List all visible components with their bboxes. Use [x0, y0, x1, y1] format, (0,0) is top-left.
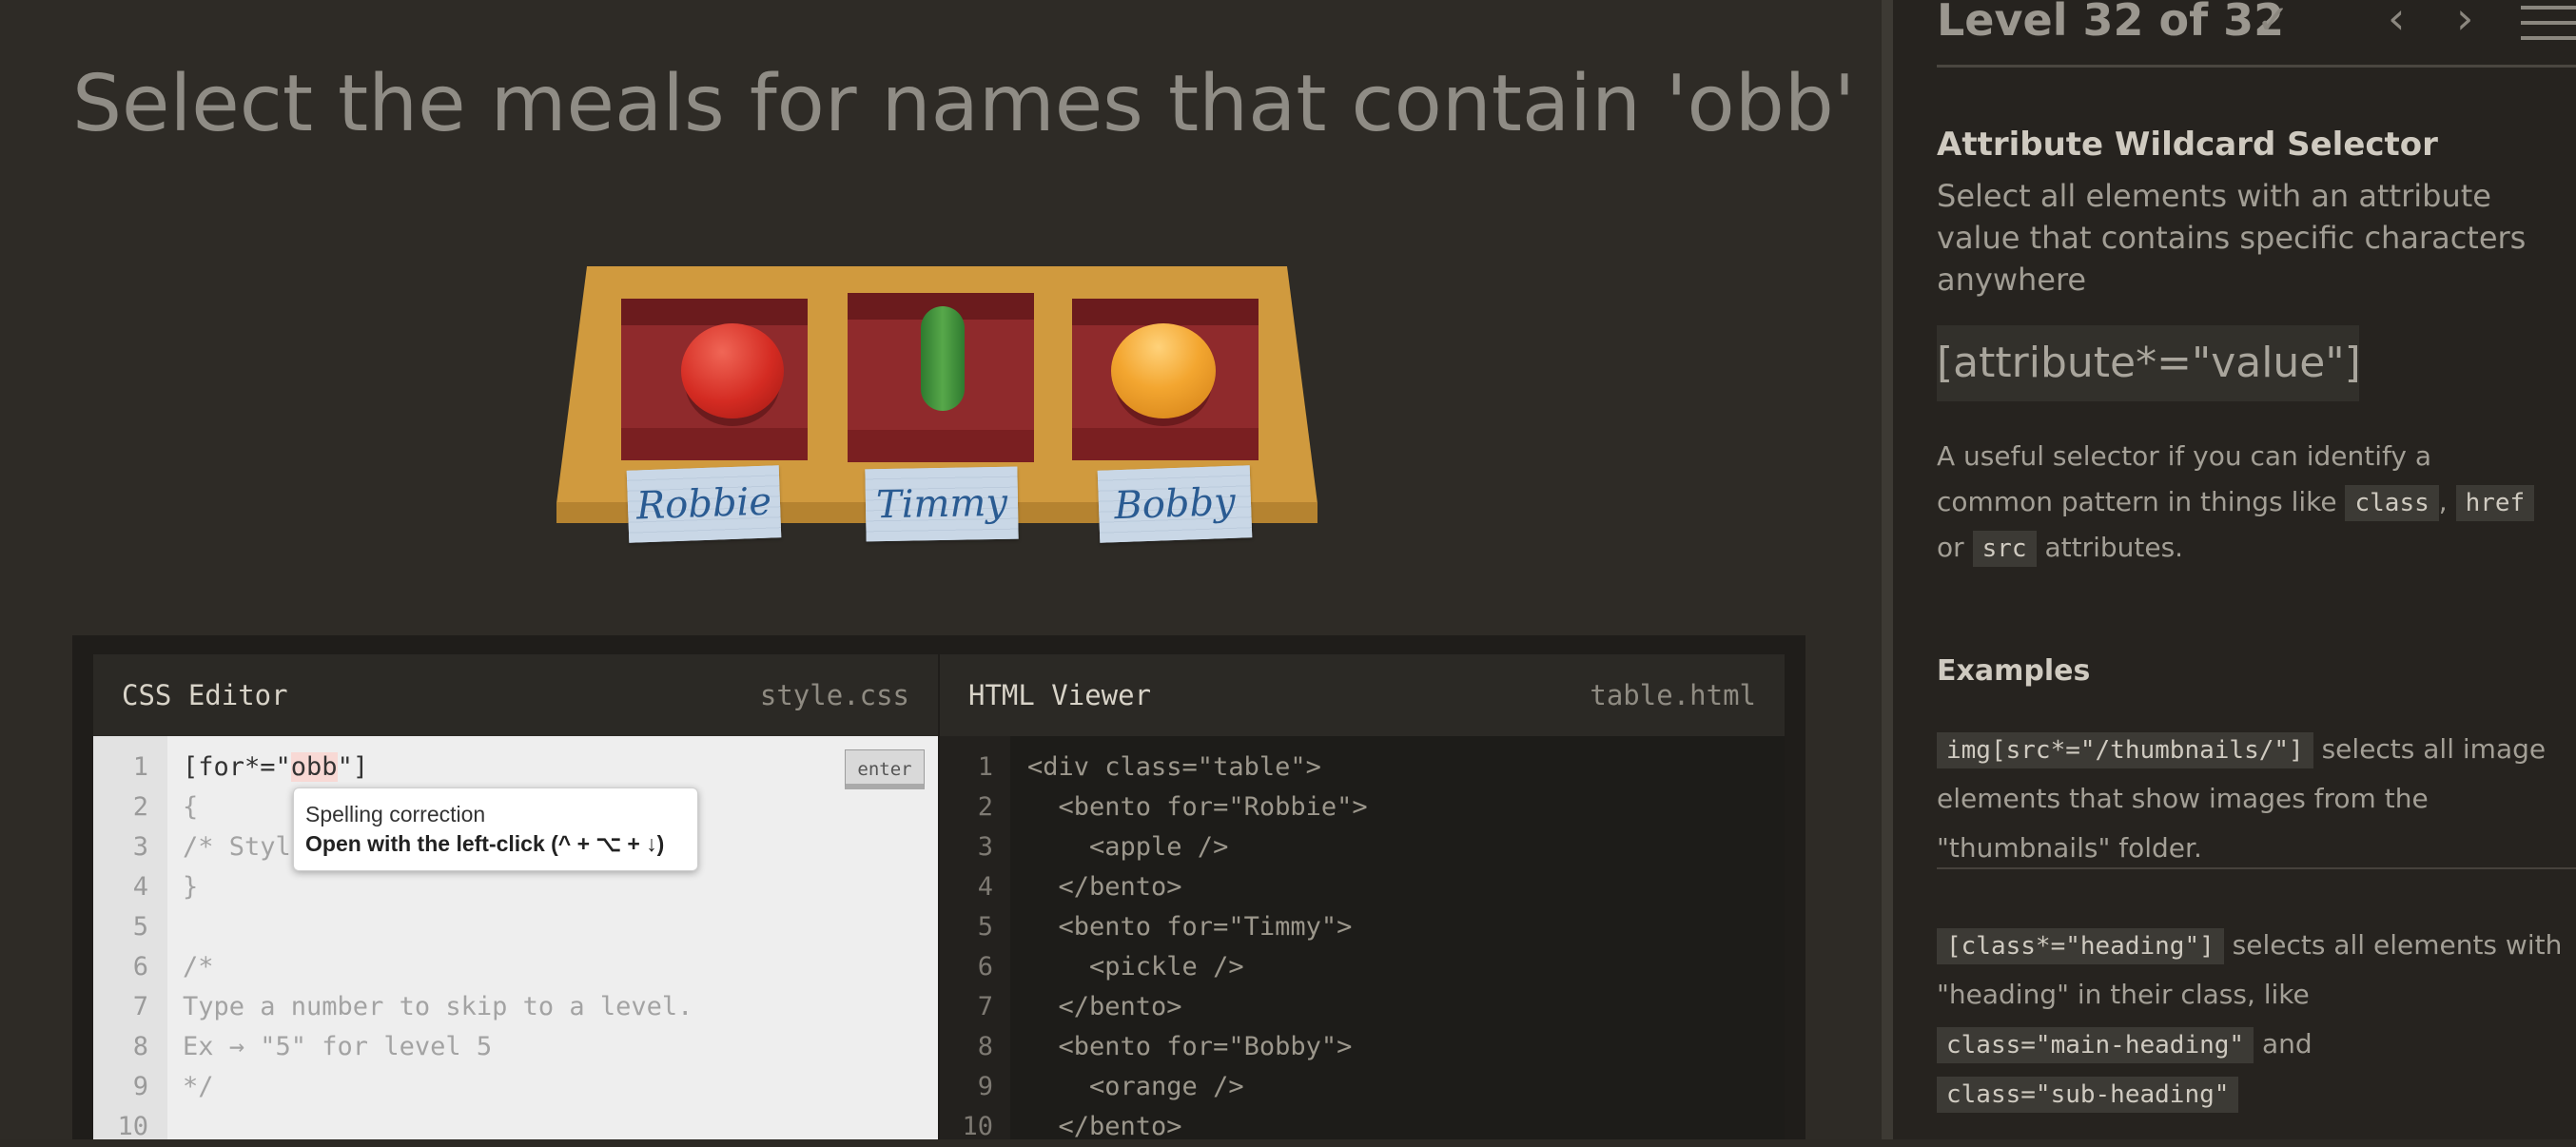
- html-viewer: 1 2 3 4 5 6 7 8 9 10 <div class="table">…: [940, 736, 1785, 1141]
- menu-icon[interactable]: [2521, 6, 2576, 51]
- html-file-name: table.html: [1590, 679, 1756, 711]
- examples-heading: Examples: [1937, 654, 2091, 688]
- css-file-name: style.css: [759, 679, 909, 711]
- game-area: Select the meals for names that contain …: [0, 0, 1882, 1141]
- typed-suffix: "]: [337, 752, 369, 782]
- example-2-code-sub: class="sub-heading": [1937, 1077, 2239, 1113]
- level-header: Level 32 of 32 ✓ ‹ ›: [1937, 0, 2576, 68]
- code-chip-class: class: [2345, 485, 2439, 521]
- typed-prefix: [for*=": [183, 752, 291, 782]
- example-2: [class*="heading"] selects all elements …: [1937, 921, 2576, 1118]
- code-chip-href: href: [2455, 485, 2535, 521]
- tooltip-subtitle: Open with the left-click (^ + ⌥ + ↓): [305, 831, 665, 856]
- name-tag-robbie: Robbie: [626, 465, 782, 543]
- chevron-left-icon[interactable]: ‹: [2388, 0, 2405, 44]
- css-editor-header: CSS Editor style.css: [93, 654, 938, 736]
- pane-divider[interactable]: [1882, 0, 1893, 1139]
- help-or: or: [1937, 532, 1964, 563]
- level-instruction: Select the meals for names that contain …: [72, 59, 1856, 149]
- code-chip-src: src: [1972, 531, 2037, 567]
- pickle-icon[interactable]: [921, 306, 965, 411]
- example-1: img[src*="/thumbnails/"] selects all ima…: [1937, 725, 2576, 869]
- html-viewer-title: HTML Viewer: [968, 679, 1152, 711]
- level-indicator: Level 32 of 32: [1937, 0, 2285, 46]
- html-line-numbers: 1 2 3 4 5 6 7 8 9 10: [962, 752, 993, 1141]
- help-sep: ,: [2438, 486, 2448, 517]
- check-icon: ✓: [2256, 0, 2291, 43]
- selector-name: Attribute Wildcard Selector: [1937, 126, 2438, 164]
- apple-icon[interactable]: [681, 323, 784, 418]
- selector-syntax: [attribute*="value"]: [1937, 325, 2361, 401]
- example-1-code: img[src*="/thumbnails/"]: [1937, 732, 2313, 768]
- enter-button[interactable]: enter: [845, 749, 925, 789]
- misspelled-word[interactable]: obb: [290, 752, 338, 782]
- selector-help: A useful selector if you can identify a …: [1937, 434, 2555, 571]
- html-markup[interactable]: <div class="table"> <bento for="Robbie">…: [1027, 748, 1368, 1147]
- css-editor-title: CSS Editor: [122, 679, 288, 711]
- orange-icon[interactable]: [1111, 323, 1216, 418]
- chevron-right-icon[interactable]: ›: [2456, 0, 2473, 44]
- example-2-code: [class*="heading"]: [1937, 928, 2224, 964]
- css-line-numbers: 1 2 3 4 5 6 7 8 9 10: [117, 752, 148, 1141]
- selector-description: Select all elements with an attribute va…: [1937, 178, 2527, 298]
- tooltip-title: Spelling correction: [305, 802, 486, 826]
- spelling-tooltip[interactable]: Spelling correction Open with the left-c…: [293, 787, 698, 871]
- html-viewer-header: HTML Viewer table.html: [940, 654, 1785, 736]
- help-suffix: attributes.: [2044, 532, 2184, 563]
- example-2-and: and: [2261, 1028, 2313, 1060]
- name-tag-bobby: Bobby: [1097, 465, 1253, 543]
- name-tag-timmy: Timmy: [865, 466, 1019, 542]
- example-2-code-main: class="main-heading": [1937, 1027, 2254, 1063]
